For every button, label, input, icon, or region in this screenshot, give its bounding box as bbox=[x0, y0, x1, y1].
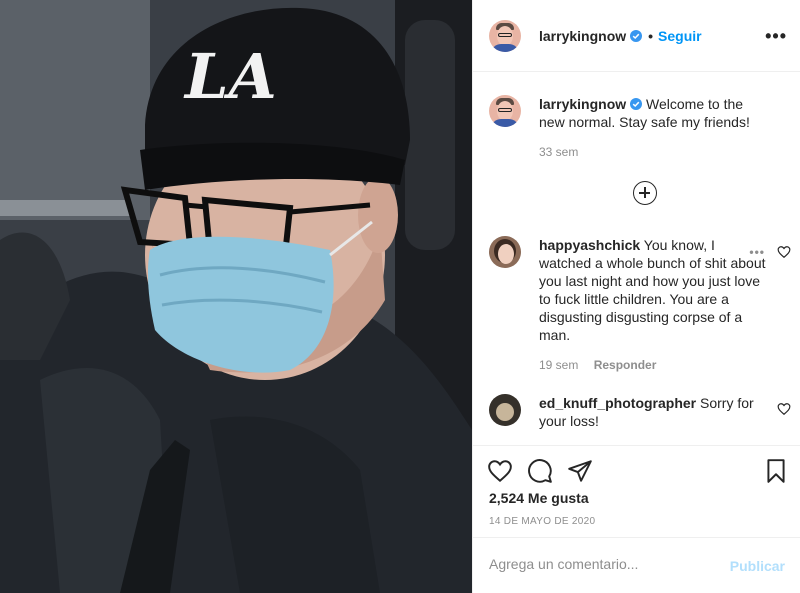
verified-badge-icon bbox=[630, 29, 643, 42]
commenter-avatar[interactable] bbox=[489, 394, 521, 426]
post-photo[interactable]: LA bbox=[0, 0, 472, 593]
like-comment-heart-icon[interactable] bbox=[777, 402, 791, 416]
publish-button[interactable]: Publicar bbox=[730, 558, 785, 574]
header-separator: • bbox=[648, 27, 654, 44]
post-date[interactable]: 14 DE MAYO DE 2020 bbox=[489, 516, 595, 527]
caption: larrykingnow Welcome to the new normal. … bbox=[489, 95, 789, 159]
comment-item: ed_knuff_photographer Sorry for your los… bbox=[489, 394, 789, 430]
load-more-comments-icon[interactable] bbox=[633, 181, 657, 205]
comment-options-icon[interactable]: ••• bbox=[749, 245, 765, 259]
like-comment-heart-icon[interactable] bbox=[777, 245, 791, 259]
comment-username[interactable]: happyashchick bbox=[539, 237, 640, 253]
commenter-avatar[interactable] bbox=[489, 236, 521, 268]
author-info: larrykingnow • Seguir bbox=[539, 28, 702, 44]
save-bookmark-icon[interactable] bbox=[763, 458, 789, 484]
reply-button[interactable]: Responder bbox=[594, 358, 657, 372]
author-username[interactable]: larrykingnow bbox=[539, 28, 626, 44]
share-paper-plane-icon[interactable] bbox=[567, 458, 593, 484]
caption-meta: 33 sem bbox=[539, 145, 769, 159]
verified-badge-icon bbox=[630, 98, 643, 110]
caption-text-block: larrykingnow Welcome to the new normal. … bbox=[539, 95, 769, 131]
comment-meta: 19 sem Responder bbox=[539, 358, 769, 372]
caption-author-avatar[interactable] bbox=[489, 95, 521, 127]
caption-time[interactable]: 33 sem bbox=[539, 145, 578, 159]
comments-section[interactable]: larrykingnow Welcome to the new normal. … bbox=[473, 73, 800, 445]
likes-count[interactable]: 2,524 Me gusta bbox=[489, 490, 589, 506]
comment-input[interactable] bbox=[489, 556, 719, 572]
author-avatar[interactable] bbox=[489, 19, 521, 52]
post-actions: 2,524 Me gusta 14 DE MAYO DE 2020 bbox=[473, 445, 800, 537]
follow-button[interactable]: Seguir bbox=[658, 28, 702, 44]
svg-text:LA: LA bbox=[183, 40, 277, 113]
add-comment-bar: Publicar bbox=[473, 537, 800, 593]
comment-item: happyashchick You know, I watched a whol… bbox=[489, 236, 789, 372]
comment-time[interactable]: 19 sem bbox=[539, 358, 578, 372]
comment-username[interactable]: ed_knuff_photographer bbox=[539, 395, 696, 411]
post-header: larrykingnow • Seguir ••• bbox=[473, 0, 800, 72]
like-heart-icon[interactable] bbox=[487, 458, 513, 484]
post-photo-illustration: LA bbox=[0, 0, 472, 593]
comment-bubble-icon[interactable] bbox=[527, 458, 553, 484]
caption-username[interactable]: larrykingnow bbox=[539, 96, 626, 112]
comment-text-block: ed_knuff_photographer Sorry for your los… bbox=[539, 394, 769, 430]
more-options-icon[interactable]: ••• bbox=[765, 26, 787, 47]
post-detail-panel: larrykingnow • Seguir ••• larrykingnow W… bbox=[472, 0, 800, 593]
comment-text-block: happyashchick You know, I watched a whol… bbox=[539, 236, 769, 344]
